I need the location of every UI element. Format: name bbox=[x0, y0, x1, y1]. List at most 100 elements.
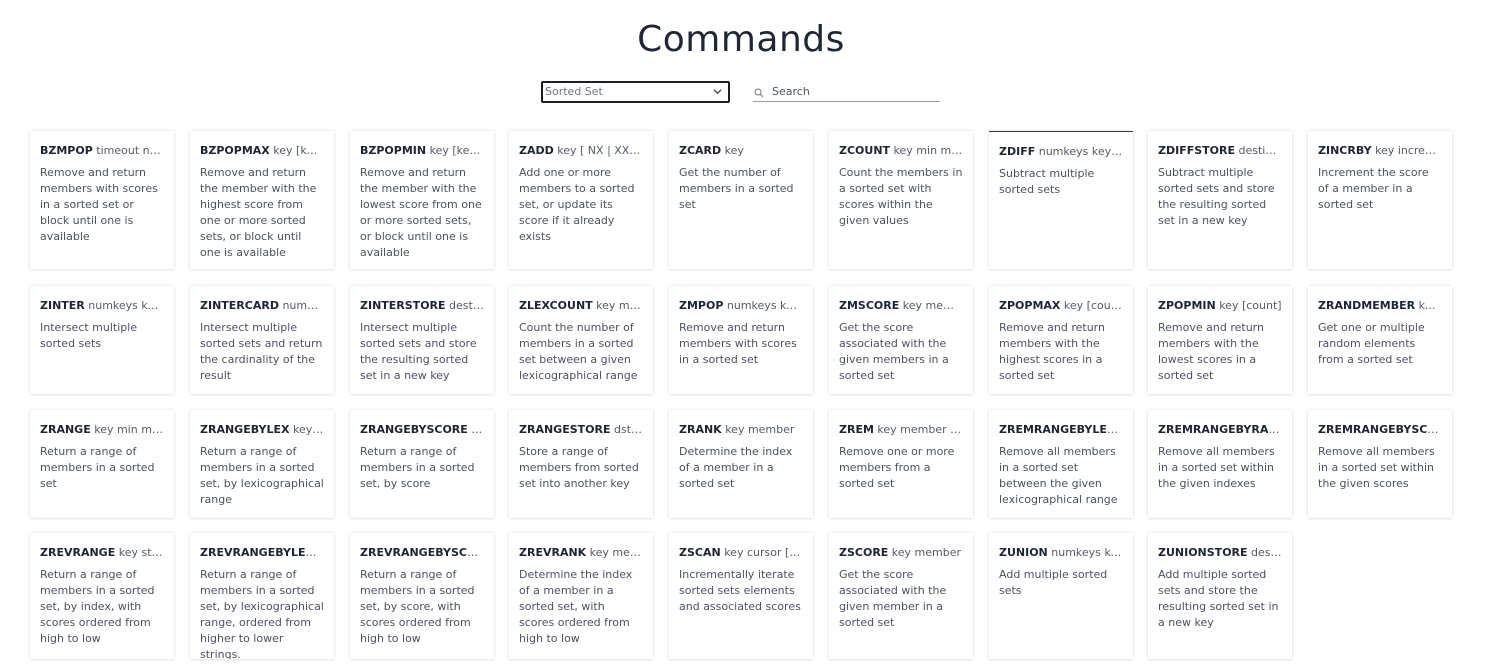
command-card[interactable]: ZREVRANK key member Determine the index o… bbox=[509, 533, 653, 659]
command-summary: Remove and return members with the lowes… bbox=[1158, 321, 1264, 382]
command-signature: ZPOPMIN key [count] bbox=[1158, 299, 1282, 313]
command-card[interactable]: ZPOPMAX key [count] Remove and return mem… bbox=[989, 286, 1133, 394]
command-summary: Add multiple sorted sets bbox=[999, 568, 1108, 597]
command-card[interactable]: ZINTERCARD numkeys key [key ...] Intersec… bbox=[190, 286, 334, 394]
command-args: key member [member ...] bbox=[902, 299, 963, 312]
command-signature: ZREMRANGEBYSCORE key min max bbox=[1318, 423, 1442, 437]
command-card[interactable]: ZDIFFSTORE destination numkeys key [key … bbox=[1148, 131, 1292, 269]
command-name: ZREVRANK bbox=[519, 546, 587, 559]
command-card[interactable]: ZRANGESTORE dst src min max Store a range… bbox=[509, 410, 653, 518]
command-args: key [key ...] timeout bbox=[273, 144, 324, 157]
command-signature: ZDIFF numkeys key [key ...] [WITHSCORES] bbox=[999, 145, 1123, 159]
command-args: key [count [WITHSCORES]] bbox=[1418, 299, 1442, 312]
command-signature: ZRANGESTORE dst src min max bbox=[519, 423, 643, 437]
command-args: dst src min max bbox=[613, 423, 643, 436]
command-card[interactable]: ZUNIONSTORE destination numkeys key [key… bbox=[1148, 533, 1292, 659]
command-summary: Return a range of members in a sorted se… bbox=[200, 445, 324, 506]
command-signature: ZRANDMEMBER key [count [WITHSCORES]] bbox=[1318, 299, 1442, 313]
command-summary: Return a range of members in a sorted se… bbox=[200, 568, 324, 659]
command-name: ZREVRANGE bbox=[40, 546, 116, 559]
command-card[interactable]: ZINCRBY key increment member Increment th… bbox=[1308, 131, 1452, 269]
command-summary: Get the score associated with the given … bbox=[839, 568, 947, 629]
command-signature: ZREMRANGEBYLEX key min max bbox=[999, 423, 1123, 437]
command-card[interactable]: ZCOUNT key min max Count the members in a… bbox=[829, 131, 973, 269]
command-signature: ZPOPMAX key [count] bbox=[999, 299, 1123, 313]
command-signature: ZINTER numkeys key [key ...] bbox=[40, 299, 164, 313]
command-signature: ZRANGEBYLEX key min max [LIMIT offset co… bbox=[200, 423, 324, 437]
command-card[interactable]: ZREVRANGE key start stop [WITHSCORES] Ret… bbox=[30, 533, 174, 659]
command-card[interactable]: BZPOPMIN key [key ...] timeout Remove and… bbox=[350, 131, 494, 269]
command-card[interactable]: ZREM key member [member ...] Remove one o… bbox=[829, 410, 973, 518]
command-summary: Determine the index of a member in a sor… bbox=[679, 445, 793, 490]
command-signature: ZINCRBY key increment member bbox=[1318, 144, 1442, 158]
command-card[interactable]: ZINTERSTORE destination numkeys key Inter… bbox=[350, 286, 494, 394]
command-args: key member [member ...] bbox=[877, 423, 963, 436]
command-name: ZPOPMAX bbox=[999, 299, 1061, 312]
command-card[interactable]: BZPOPMAX key [key ...] timeout Remove and… bbox=[190, 131, 334, 269]
command-name: ZINTERSTORE bbox=[360, 299, 446, 312]
command-signature: ZSCAN key cursor [MATCH pattern] [COUNT … bbox=[679, 546, 803, 560]
command-card[interactable]: ZRANDMEMBER key [count [WITHSCORES]] Get … bbox=[1308, 286, 1452, 394]
command-card[interactable]: ZRANGEBYSCORE key min max [WITHSCORES] Re… bbox=[350, 410, 494, 518]
command-name: BZMPOP bbox=[40, 144, 93, 157]
command-name: ZDIFF bbox=[999, 145, 1036, 158]
command-signature: ZDIFFSTORE destination numkeys key [key … bbox=[1158, 144, 1282, 158]
command-card[interactable]: ZPOPMIN key [count] Remove and return mem… bbox=[1148, 286, 1292, 394]
command-name: ZREMRANGEBYLEX bbox=[999, 423, 1116, 436]
command-summary: Remove all members in a sorted set betwe… bbox=[999, 445, 1118, 506]
command-signature: ZMSCORE key member [member ...] bbox=[839, 299, 963, 313]
command-name: ZINCRBY bbox=[1318, 144, 1372, 157]
page-title: Commands bbox=[637, 19, 845, 60]
command-card[interactable]: ZREMRANGEBYRANK key start stop Remove all… bbox=[1148, 410, 1292, 518]
chevron-down-icon bbox=[713, 89, 722, 95]
command-summary: Get the score associated with the given … bbox=[839, 321, 949, 382]
command-signature: ZUNION numkeys key [key ...] bbox=[999, 546, 1123, 560]
command-args: key member bbox=[589, 546, 643, 559]
command-name: ZREM bbox=[839, 423, 874, 436]
command-signature: ZADD key [ NX | XX] [ GT | LT] [CH] [INC… bbox=[519, 144, 643, 158]
command-signature: ZMPOP numkeys key [key ...] bbox=[679, 299, 803, 313]
command-args: numkeys key [key ...] bbox=[1051, 546, 1123, 559]
command-signature: ZRANGEBYSCORE key min max [WITHSCORES] bbox=[360, 423, 484, 437]
command-summary: Remove and return the member with the hi… bbox=[200, 166, 317, 259]
command-name: ZPOPMIN bbox=[1158, 299, 1216, 312]
command-summary: Return a range of members in a sorted se… bbox=[360, 445, 475, 490]
search-input[interactable]: Search bbox=[753, 84, 940, 102]
command-card[interactable]: ZINTER numkeys key [key ...] Intersect mu… bbox=[30, 286, 174, 394]
command-card[interactable]: ZREMRANGEBYLEX key min max Remove all mem… bbox=[989, 410, 1133, 518]
command-signature: ZREMRANGEBYRANK key start stop bbox=[1158, 423, 1282, 437]
command-summary: Remove and return the member with the lo… bbox=[360, 166, 482, 259]
command-summary: Remove all members in a sorted set withi… bbox=[1318, 445, 1435, 490]
command-card[interactable]: ZREVRANGEBYLEX key max min [LIMIT offset… bbox=[190, 533, 334, 659]
command-card[interactable]: ZDIFF numkeys key [key ...] [WITHSCORES]… bbox=[989, 131, 1133, 269]
command-card[interactable]: ZCARD key Get the number of members in a … bbox=[669, 131, 813, 269]
command-card[interactable]: ZMPOP numkeys key [key ...] Remove and re… bbox=[669, 286, 813, 394]
command-card[interactable]: ZSCAN key cursor [MATCH pattern] [COUNT … bbox=[669, 533, 813, 659]
command-card[interactable]: ZRANGEBYLEX key min max [LIMIT offset co… bbox=[190, 410, 334, 518]
command-summary: Add multiple sorted sets and store the r… bbox=[1158, 568, 1279, 629]
command-card[interactable]: ZSCORE key member Get the score associate… bbox=[829, 533, 973, 659]
command-card[interactable]: ZMSCORE key member [member ...] Get the s… bbox=[829, 286, 973, 394]
command-name: ZLEXCOUNT bbox=[519, 299, 593, 312]
command-summary: Add one or more members to a sorted set,… bbox=[519, 166, 635, 243]
command-name: ZREMRANGEBYSCORE bbox=[1318, 423, 1442, 436]
command-args: numkeys key [key ...] [WITHSCORES] bbox=[1038, 145, 1123, 158]
command-card[interactable]: ZADD key [ NX | XX] [ GT | LT] [CH] [INC… bbox=[509, 131, 653, 269]
command-card[interactable]: ZREMRANGEBYSCORE key min max Remove all m… bbox=[1308, 410, 1452, 518]
command-card[interactable]: BZMPOP timeout numkeys key [key ...] <MI… bbox=[30, 131, 174, 269]
command-summary: Intersect multiple sorted sets and store… bbox=[360, 321, 477, 382]
command-name: ZREVRANGEBYSCORE bbox=[360, 546, 484, 559]
command-summary: Get the number of members in a sorted se… bbox=[679, 166, 794, 211]
command-card[interactable]: ZREVRANGEBYSCORE key max min [WITHSCORES… bbox=[350, 533, 494, 659]
command-card[interactable]: ZUNION numkeys key [key ...] Add multiple… bbox=[989, 533, 1133, 659]
group-select[interactable]: Sorted Set bbox=[541, 81, 730, 103]
command-summary: Return a range of members in a sorted se… bbox=[40, 568, 155, 645]
command-card[interactable]: ZRANK key member Determine the index of a… bbox=[669, 410, 813, 518]
command-name: ZADD bbox=[519, 144, 554, 157]
command-name: ZSCAN bbox=[679, 546, 721, 559]
command-signature: BZMPOP timeout numkeys key [key ...] <MI… bbox=[40, 144, 164, 158]
command-signature: ZSCORE key member bbox=[839, 546, 963, 560]
command-card[interactable]: ZRANGE key min max [BYSCORE | BYLEX] Retu… bbox=[30, 410, 174, 518]
command-card[interactable]: ZLEXCOUNT key min max Count the number of… bbox=[509, 286, 653, 394]
command-args: key cursor [MATCH pattern] [COUNT count] bbox=[724, 546, 803, 559]
